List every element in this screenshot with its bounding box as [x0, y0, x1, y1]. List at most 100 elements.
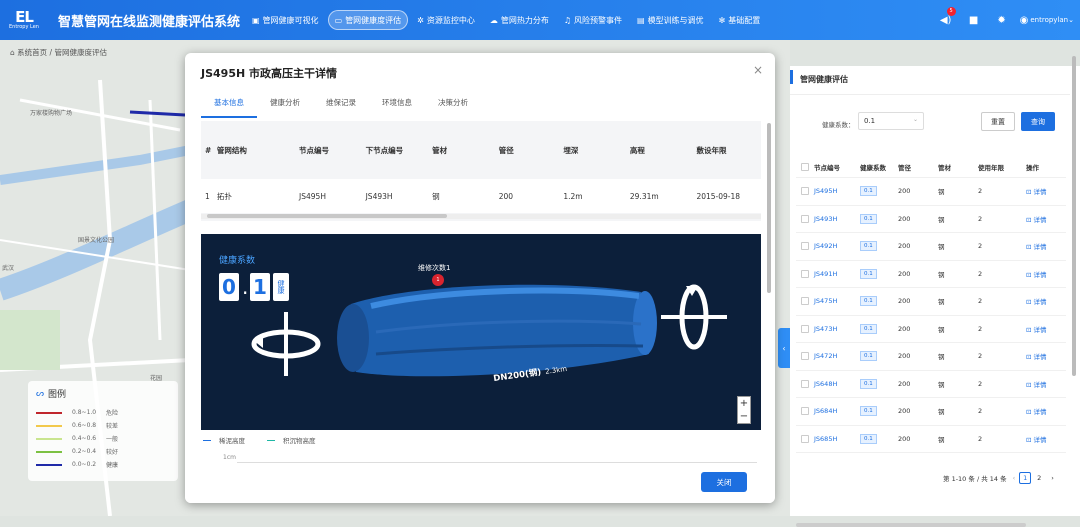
- node-id-link[interactable]: JS491H: [814, 270, 860, 278]
- page-2-button[interactable]: 2: [1033, 472, 1045, 484]
- node-id-link[interactable]: JS492H: [814, 242, 860, 250]
- node-id-link[interactable]: JS648H: [814, 380, 860, 388]
- detail-button[interactable]: ⊡ 详情: [1026, 351, 1066, 361]
- page-1-button[interactable]: 1: [1019, 472, 1032, 484]
- prev-page-button[interactable]: ‹: [1013, 474, 1016, 482]
- avatar-icon: ◉: [1019, 14, 1029, 26]
- reset-button[interactable]: 重置: [981, 112, 1015, 131]
- detail-button[interactable]: ⊡ 详情: [1026, 269, 1066, 279]
- row-checkbox[interactable]: [796, 379, 814, 388]
- table-row[interactable]: JS492H 0.1 200 钢 2 ⊡ 详情: [796, 233, 1066, 261]
- modal-vertical-scrollbar[interactable]: [767, 123, 772, 463]
- user-menu[interactable]: ◉ entropylan ⌄: [1020, 15, 1074, 26]
- row-checkbox[interactable]: [796, 407, 814, 416]
- detail-button[interactable]: ⊡ 详情: [1026, 214, 1066, 224]
- health-badge: 0.1: [860, 351, 877, 362]
- nav-item-resource-monitor[interactable]: ✲ 资源监控中心: [411, 10, 481, 30]
- legend-item[interactable]: 稀泥高度: [203, 435, 245, 445]
- rotate-horizontal-icon[interactable]: [251, 312, 321, 376]
- table-row[interactable]: JS685H 0.1 200 钢 2 ⊡ 详情: [796, 426, 1066, 453]
- row-checkbox[interactable]: [796, 324, 814, 333]
- table-cell: 1.2m: [563, 191, 583, 201]
- col-header: 下节点编号: [365, 145, 404, 155]
- row-checkbox[interactable]: [796, 352, 814, 361]
- select-all-checkbox[interactable]: [796, 162, 814, 171]
- detail-button[interactable]: ⊡ 详情: [1026, 186, 1066, 196]
- table-row[interactable]: JS491H 0.1 200 钢 2 ⊡ 详情: [796, 261, 1066, 288]
- table-row[interactable]: JS684H 0.1 200 钢 2 ⊡ 详情: [796, 398, 1066, 426]
- legend-item[interactable]: 积沉物高度: [267, 435, 316, 445]
- years-cell: 2: [978, 434, 983, 443]
- table-row[interactable]: JS473H 0.1 200 钢 2 ⊡ 详情: [796, 316, 1066, 343]
- table-row[interactable]: JS493H 0.1 200 钢 2 ⊡ 详情: [796, 206, 1066, 233]
- notification-button[interactable]: ◀) 5: [932, 6, 960, 26]
- tab-maintenance[interactable]: 维保记录: [313, 93, 369, 118]
- row-checkbox[interactable]: [796, 214, 814, 223]
- nav-item-model-training[interactable]: ▤ 模型训练与调优: [631, 10, 710, 30]
- zoom-in-button[interactable]: +: [738, 397, 750, 410]
- row-checkbox[interactable]: [796, 242, 814, 251]
- vertical-scrollbar[interactable]: [1072, 56, 1077, 516]
- tab-health-analysis[interactable]: 健康分析: [257, 93, 313, 118]
- health-coefficient-select[interactable]: 0.1 ⌄: [858, 112, 924, 130]
- lock-button[interactable]: ■: [960, 15, 988, 26]
- nav-item-risk-alerts[interactable]: ♫ 风险预警事件: [558, 10, 628, 30]
- detail-button[interactable]: ⊡ 详情: [1026, 324, 1066, 334]
- table-row[interactable]: 1 拓扑 JS495H JS493H 钢 200 1.2m 29.31m 201…: [201, 179, 761, 213]
- detail-button[interactable]: ⊡ 详情: [1026, 379, 1066, 389]
- table-cell: JS493H: [365, 191, 393, 201]
- row-checkbox[interactable]: [796, 434, 814, 443]
- table-row[interactable]: JS475H 0.1 200 钢 2 ⊡ 详情: [796, 288, 1066, 316]
- table-row[interactable]: JS648H 0.1 200 钢 2 ⊡ 详情: [796, 371, 1066, 398]
- pipe-body[interactable]: [337, 284, 657, 377]
- zoom-control: + −: [737, 396, 751, 424]
- detail-label: 详情: [1033, 298, 1047, 307]
- material-cell: 钢: [938, 353, 945, 362]
- node-id-link[interactable]: JS472H: [814, 352, 860, 360]
- rotate-vertical-icon[interactable]: [661, 284, 727, 350]
- app-logo[interactable]: EL Entropy Len: [0, 0, 48, 40]
- node-id-link[interactable]: JS493H: [814, 215, 860, 223]
- map-legend: ᔕ 图例 0.8~1.0 危险 0.6~0.8 较差 0.4~0.6 一般 0.2~0.…: [28, 381, 178, 481]
- row-checkbox[interactable]: [796, 187, 814, 196]
- nav-item-basic-config[interactable]: ✻ 基础配置: [713, 10, 767, 30]
- nav-item-visualization[interactable]: ▣ 管网健康可视化: [246, 10, 325, 30]
- bell-icon: ♫: [563, 15, 571, 25]
- years-cell: 2: [978, 352, 983, 361]
- table-horizontal-scrollbar[interactable]: [201, 214, 761, 219]
- material-cell: 钢: [938, 270, 945, 279]
- settings-button[interactable]: ✹: [988, 15, 1016, 26]
- node-id-link[interactable]: JS475H: [814, 297, 860, 305]
- detail-label: 详情: [1033, 243, 1047, 252]
- row-checkbox[interactable]: [796, 297, 814, 306]
- zoom-out-button[interactable]: −: [738, 410, 750, 423]
- tab-decision[interactable]: 决策分析: [425, 93, 481, 118]
- row-checkbox[interactable]: [796, 269, 814, 278]
- detail-button[interactable]: ⊡ 详情: [1026, 296, 1066, 306]
- next-page-button[interactable]: ›: [1051, 474, 1054, 482]
- breadcrumb-home[interactable]: 系统首页: [17, 48, 47, 57]
- table-row[interactable]: JS495H 0.1 200 钢 2 ⊡ 详情: [796, 178, 1066, 206]
- pipe-3d-viewer[interactable]: 健康系数 0 . 1 健康 维修次数1 1 DN200(钢) 2.3km + −: [201, 234, 761, 430]
- lock-icon: ■: [968, 14, 979, 26]
- tab-basic-info[interactable]: 基本信息: [201, 93, 257, 118]
- detail-button[interactable]: ⊡ 详情: [1026, 406, 1066, 416]
- pagination-summary: 第 1-10 条 / 共 14 条: [943, 475, 1007, 483]
- close-button[interactable]: 关闭: [701, 472, 747, 492]
- close-icon[interactable]: ×: [753, 63, 763, 77]
- node-id-link[interactable]: JS684H: [814, 407, 860, 415]
- nav-item-health-assessment[interactable]: ▭ 管网健康度评估: [327, 10, 409, 30]
- tab-environment[interactable]: 环境信息: [369, 93, 425, 118]
- detail-button[interactable]: ⊡ 详情: [1026, 434, 1066, 444]
- node-id-link[interactable]: JS685H: [814, 435, 860, 443]
- detail-button[interactable]: ⊡ 详情: [1026, 241, 1066, 251]
- material-cell: 钢: [938, 243, 945, 252]
- query-button[interactable]: 查询: [1021, 112, 1055, 131]
- repair-marker-icon[interactable]: 1: [432, 274, 444, 286]
- node-id-link[interactable]: JS473H: [814, 325, 860, 333]
- horizontal-scrollbar[interactable]: [796, 523, 1066, 527]
- table-row[interactable]: JS472H 0.1 200 钢 2 ⊡ 详情: [796, 343, 1066, 371]
- nav-item-heat-distribution[interactable]: ☁ 管网热力分布: [484, 10, 555, 30]
- collapse-panel-button[interactable]: ‹: [778, 328, 790, 368]
- node-id-link[interactable]: JS495H: [814, 187, 860, 195]
